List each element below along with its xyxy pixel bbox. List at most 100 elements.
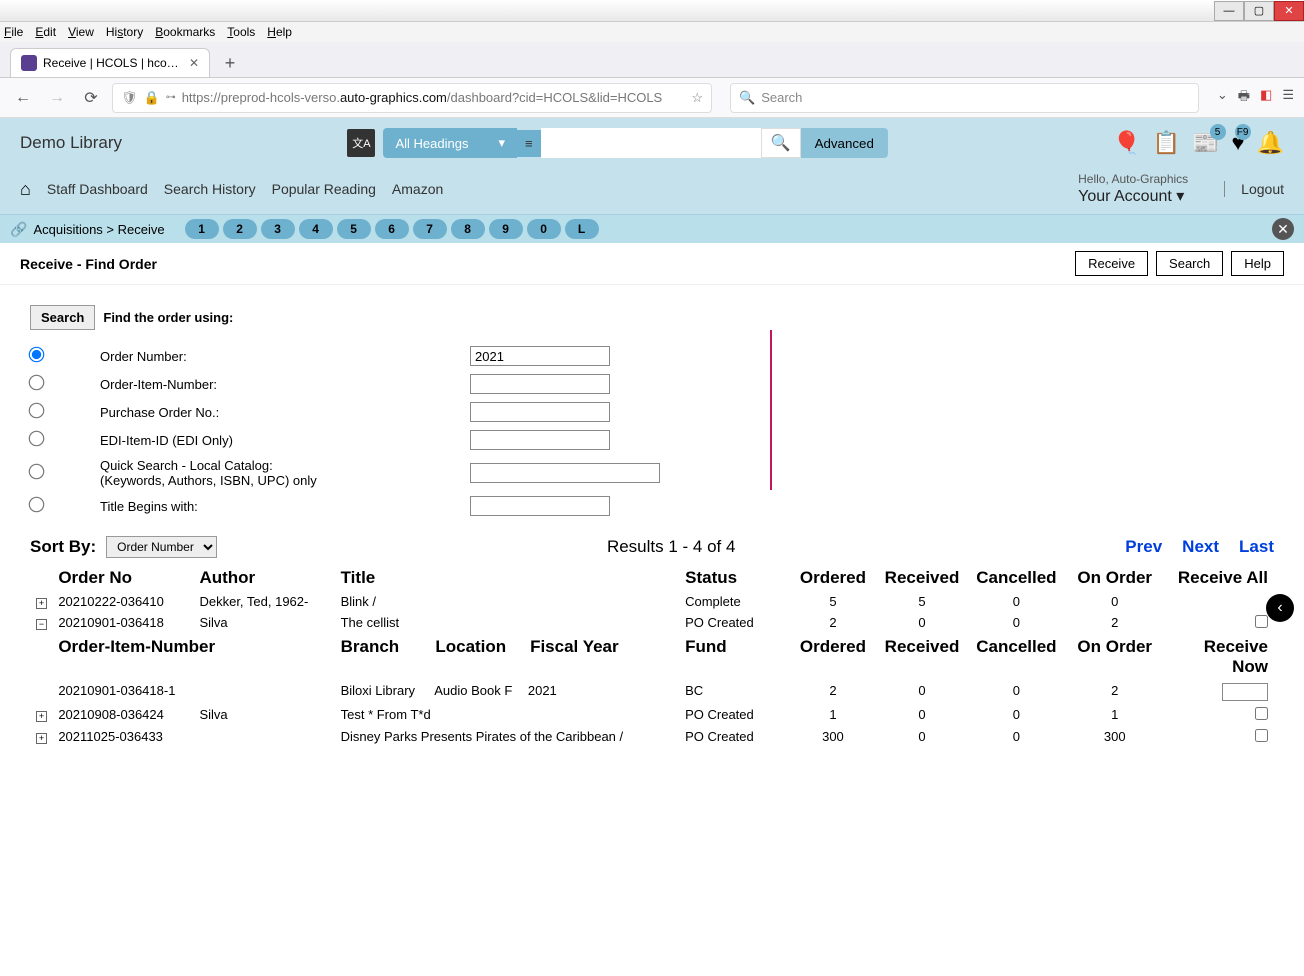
favorites-icon[interactable]: ♥F9	[1232, 130, 1245, 156]
input-title-begins[interactable]	[470, 496, 610, 516]
dcell-cancelled: 0	[968, 681, 1064, 703]
receive-all-checkbox[interactable]	[1255, 615, 1268, 628]
pager-prev[interactable]: Prev	[1125, 537, 1162, 557]
radio-po-number[interactable]	[29, 403, 45, 419]
reload-button[interactable]: ⟳	[78, 85, 104, 111]
dcol-location: Location	[435, 637, 525, 657]
browser-search-field[interactable]: 🔍 Search	[730, 83, 1199, 113]
nav-amazon[interactable]: Amazon	[392, 181, 443, 197]
cell-author: Dekker, Ted, 1962-	[195, 592, 334, 611]
receive-button[interactable]: Receive	[1075, 251, 1148, 276]
secondary-nav: ⌂ Staff Dashboard Search History Popular…	[0, 168, 1304, 215]
library-name: Demo Library	[20, 133, 122, 153]
bookmark-star-icon[interactable]: ☆	[691, 90, 703, 106]
window-maximize-button[interactable]: ▢	[1244, 1, 1274, 21]
link-icon: 🔗	[10, 221, 27, 238]
dcell-fy: 2021	[528, 683, 628, 698]
menu-edit[interactable]: Edit	[35, 25, 56, 39]
input-edi-item[interactable]	[470, 430, 610, 450]
pill-6[interactable]: 6	[375, 219, 409, 239]
database-icon[interactable]: ≡	[517, 130, 541, 157]
dcell-received: 0	[878, 681, 966, 703]
search-action-button[interactable]: Search	[1156, 251, 1223, 276]
catalog-search-button[interactable]: 🔍	[761, 128, 801, 158]
magnify-tool-icon[interactable]: 📋	[1153, 130, 1180, 156]
headings-dropdown[interactable]: All Headings	[383, 128, 517, 158]
pager-next[interactable]: Next	[1182, 537, 1219, 557]
receive-now-input[interactable]	[1222, 683, 1268, 701]
hamburger-menu-icon[interactable]: ☰	[1282, 87, 1294, 109]
pill-8[interactable]: 8	[451, 219, 485, 239]
pill-9[interactable]: 9	[489, 219, 523, 239]
nav-search-history[interactable]: Search History	[164, 181, 256, 197]
cell-received: 0	[878, 613, 966, 633]
collapse-icon[interactable]: −	[36, 619, 47, 630]
input-po-number[interactable]	[470, 402, 610, 422]
radio-quick-search[interactable]	[29, 464, 45, 480]
menu-help[interactable]: Help	[267, 25, 292, 39]
menu-bookmarks[interactable]: Bookmarks	[155, 25, 215, 39]
radio-edi-item[interactable]	[29, 431, 45, 447]
dcol-branch: Branch	[341, 637, 431, 657]
expand-icon[interactable]: +	[36, 711, 47, 722]
window-close-button[interactable]: ✕	[1274, 1, 1304, 21]
account-area[interactable]: Hello, Auto-Graphics Your Account ▾	[1078, 172, 1188, 206]
news-badge: 5	[1210, 124, 1226, 140]
dcell-onorder: 2	[1067, 681, 1163, 703]
menu-tools[interactable]: Tools	[227, 25, 255, 39]
nav-staff-dashboard[interactable]: Staff Dashboard	[47, 181, 148, 197]
help-button[interactable]: Help	[1231, 251, 1284, 276]
pill-3[interactable]: 3	[261, 219, 295, 239]
input-order-item-number[interactable]	[470, 374, 610, 394]
pill-4[interactable]: 4	[299, 219, 333, 239]
new-tab-button[interactable]: +	[216, 49, 244, 77]
pill-2[interactable]: 2	[223, 219, 257, 239]
url-field[interactable]: 🛡 🔒 ⊶ https://preprod-hcols-verso.auto-g…	[112, 83, 712, 113]
print-icon[interactable]: 🖶	[1238, 87, 1250, 109]
browser-tab-active[interactable]: Receive | HCOLS | hcols | Auto- ✕	[10, 48, 210, 77]
tab-close-icon[interactable]: ✕	[189, 56, 199, 70]
search-form-button[interactable]: Search	[30, 305, 95, 330]
balloon-icon[interactable]: 🎈	[1113, 130, 1140, 156]
expand-icon[interactable]: +	[36, 733, 47, 744]
menu-file[interactable]: File	[4, 25, 23, 39]
site-settings-icon: ⊶	[166, 92, 176, 103]
col-status: Status	[681, 566, 788, 590]
receive-all-checkbox[interactable]	[1255, 729, 1268, 742]
expand-icon[interactable]: +	[36, 598, 47, 609]
input-order-number[interactable]	[470, 346, 610, 366]
logout-link[interactable]: Logout	[1224, 181, 1284, 197]
pill-1[interactable]: 1	[185, 219, 219, 239]
pill-7[interactable]: 7	[413, 219, 447, 239]
advanced-search-button[interactable]: Advanced	[801, 128, 888, 158]
input-quick-search[interactable]	[470, 463, 660, 483]
news-icon[interactable]: 📰5	[1192, 130, 1219, 156]
pill-5[interactable]: 5	[337, 219, 371, 239]
sort-select[interactable]: Order Number	[106, 536, 217, 558]
radio-order-number[interactable]	[29, 347, 45, 363]
home-icon[interactable]: ⌂	[20, 179, 31, 200]
cell-status: PO Created	[681, 705, 788, 725]
pocket-icon[interactable]: ⌄	[1217, 87, 1228, 109]
bell-icon[interactable]: 🔔	[1257, 130, 1284, 156]
receive-all-checkbox[interactable]	[1255, 707, 1268, 720]
back-button[interactable]: ←	[10, 85, 36, 111]
radio-order-item-number[interactable]	[29, 375, 45, 391]
forward-button[interactable]: →	[44, 85, 70, 111]
translate-icon[interactable]: 文A	[347, 129, 375, 157]
menu-history[interactable]: History	[106, 25, 143, 39]
nav-popular-reading[interactable]: Popular Reading	[272, 181, 376, 197]
menu-view[interactable]: View	[68, 25, 94, 39]
dcell-branch: Biloxi Library	[341, 683, 431, 698]
pager-last[interactable]: Last	[1239, 537, 1274, 557]
pill-l[interactable]: L	[565, 219, 599, 239]
extension-icon[interactable]: ◧	[1260, 87, 1272, 109]
catalog-search-input[interactable]	[541, 128, 761, 158]
window-minimize-button[interactable]: —	[1214, 1, 1244, 21]
cell-ordered: 5	[790, 592, 876, 611]
breadcrumb[interactable]: Acquisitions > Receive	[33, 222, 164, 237]
pill-0[interactable]: 0	[527, 219, 561, 239]
radio-title-begins[interactable]	[29, 497, 45, 513]
close-breadcrumb-button[interactable]: ✕	[1272, 218, 1294, 240]
scroll-left-button[interactable]: ‹	[1266, 594, 1294, 622]
